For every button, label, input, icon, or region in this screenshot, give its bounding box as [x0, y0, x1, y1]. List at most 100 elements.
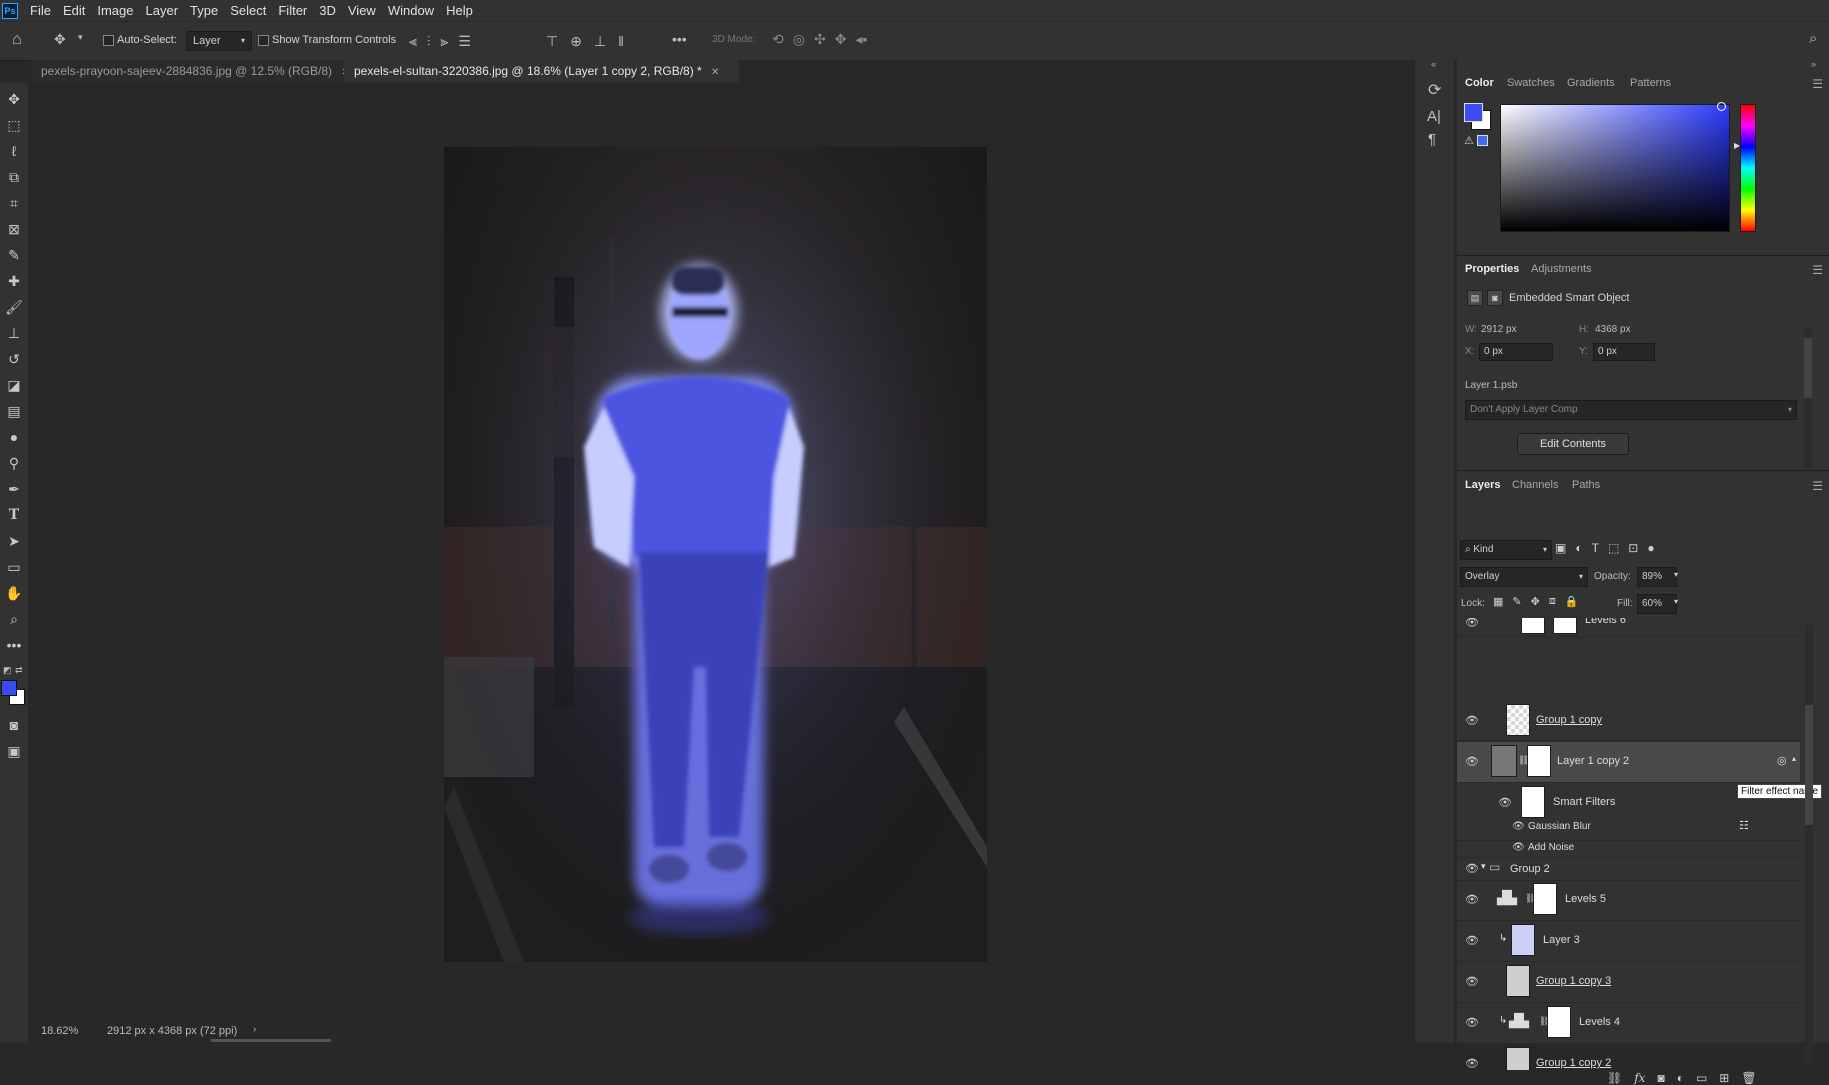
brush-icon[interactable]: 🖌	[4, 297, 24, 317]
chevron-down-icon[interactable]: ▾	[1674, 597, 1678, 606]
document-canvas[interactable]	[444, 147, 987, 962]
lock-transparency-icon[interactable]: ▦	[1493, 595, 1503, 608]
visibility-eye-icon[interactable]: 👁	[1465, 934, 1479, 947]
layer-row-group1copy[interactable]: 👁 Group 1 copy	[1457, 701, 1800, 742]
layer-row-levels4[interactable]: 👁 ↳ ▟▙ ⛓ Levels 4	[1457, 1003, 1800, 1044]
align-right-icon[interactable]: ⫸	[440, 33, 448, 49]
menu-help[interactable]: Help	[440, 3, 479, 18]
stamp-icon[interactable]: ⊥	[4, 323, 24, 343]
document-info[interactable]: 2912 px x 4368 px (72 ppi)	[107, 1025, 237, 1037]
frame-icon[interactable]: ⊠	[4, 219, 24, 239]
auto-select-dropdown[interactable]: Layer ▾	[186, 31, 252, 51]
screen-mode-icon[interactable]: ▣	[4, 741, 24, 761]
foreground-color-swatch[interactable]	[1, 680, 17, 696]
layer-name[interactable]: Group 1 copy 2	[1536, 1057, 1611, 1069]
tool-preset-chevron-icon[interactable]: ▾	[78, 32, 83, 43]
color-picker-handle[interactable]	[1717, 102, 1726, 111]
healing-icon[interactable]: ✚	[4, 271, 24, 291]
y-field[interactable]: 0 px	[1593, 343, 1655, 361]
layer-row[interactable]: 👁 Levels 6	[1457, 618, 1800, 637]
panel-menu-icon[interactable]: ☰	[1812, 77, 1823, 91]
menu-3d[interactable]: 3D	[313, 3, 342, 18]
eyedropper-icon[interactable]: ✎	[4, 245, 24, 265]
visibility-eye-icon[interactable]: 👁	[1465, 893, 1479, 906]
eraser-icon[interactable]: ◪	[4, 375, 24, 395]
home-icon[interactable]: ⌂	[12, 31, 22, 49]
adjustment-layer-icon[interactable]: ◐	[1677, 1071, 1684, 1085]
type-filter-icon[interactable]: T	[1592, 541, 1599, 555]
shape-filter-icon[interactable]: ⬚	[1608, 541, 1619, 555]
new-layer-icon[interactable]: ⊞	[1719, 1071, 1729, 1085]
close-tab-icon[interactable]: ✕	[711, 67, 719, 78]
x-field[interactable]: 0 px	[1479, 343, 1553, 361]
visibility-eye-icon[interactable]: 👁	[1465, 618, 1479, 629]
layer-name[interactable]: Levels 6	[1585, 618, 1626, 626]
layer-name[interactable]: Group 1 copy	[1536, 714, 1602, 726]
properties-scrollbar[interactable]	[1804, 328, 1812, 468]
horizontal-scrollbar[interactable]	[211, 1039, 331, 1042]
layer-name[interactable]: Levels 5	[1565, 893, 1606, 905]
tab-channels[interactable]: Channels	[1512, 472, 1558, 498]
visibility-eye-icon[interactable]: 👁	[1465, 975, 1479, 988]
rectangle-icon[interactable]: ▭	[4, 557, 24, 577]
quick-mask-icon[interactable]: ◙	[4, 715, 24, 735]
panel-menu-icon[interactable]: ☰	[1812, 479, 1823, 493]
zoom-level[interactable]: 18.62%	[41, 1025, 78, 1037]
layer-row-group1copy3[interactable]: 👁 Group 1 copy 3	[1457, 962, 1800, 1003]
move-tool-icon[interactable]: ✥	[54, 31, 66, 48]
menu-type[interactable]: Type	[184, 3, 224, 18]
menu-image[interactable]: Image	[91, 3, 139, 18]
menu-file[interactable]: File	[24, 3, 57, 18]
collapse-dock-icon[interactable]: »	[1811, 59, 1816, 69]
menu-layer[interactable]: Layer	[140, 3, 185, 18]
move-icon[interactable]: ✥	[4, 89, 24, 109]
visibility-eye-icon[interactable]: 👁	[1465, 1057, 1479, 1070]
dodge-icon[interactable]: ⚲	[4, 453, 24, 473]
align-left-icon[interactable]: ⫷	[409, 33, 417, 49]
lasso-icon[interactable]: ℓ	[4, 141, 24, 161]
align-middle-icon[interactable]: ⊕	[570, 33, 582, 49]
gradient-icon[interactable]: ▤	[4, 401, 24, 421]
3d-orbit-icon[interactable]: ⟲	[772, 31, 784, 48]
paragraph-panel-icon[interactable]: ¶	[1428, 131, 1436, 148]
foreground-swatch[interactable]	[1464, 103, 1483, 122]
align-center-icon[interactable]: ⫶	[427, 33, 431, 49]
layer-name[interactable]: Layer 3	[1543, 934, 1580, 946]
auto-select-checkbox[interactable]	[103, 35, 114, 46]
tab-color[interactable]: Color	[1465, 70, 1494, 96]
crop-icon[interactable]: ⌗	[4, 193, 24, 213]
3d-scale-icon[interactable]: ◂▪	[855, 31, 867, 48]
lock-pixels-icon[interactable]: ✎	[1512, 595, 1521, 608]
opacity-field[interactable]: 89%	[1637, 567, 1677, 587]
default-colors-icon[interactable]: ◩	[3, 665, 12, 676]
3d-pan-icon[interactable]: ✣	[814, 31, 826, 48]
visibility-eye-icon[interactable]: 👁	[1512, 821, 1526, 833]
search-icon[interactable]: ⌕	[1809, 30, 1817, 47]
visibility-eye-icon[interactable]: 👁	[1465, 1016, 1479, 1029]
distribute-vertical-icon[interactable]: ‖	[618, 33, 624, 49]
blur-icon[interactable]: ●	[4, 427, 24, 447]
tab-paths[interactable]: Paths	[1572, 472, 1600, 498]
hue-slider[interactable]	[1740, 104, 1756, 232]
tab-properties[interactable]: Properties	[1465, 256, 1519, 282]
more-options-icon[interactable]: •••	[672, 31, 687, 47]
mask-icon[interactable]: ◙	[1487, 290, 1503, 306]
visibility-eye-icon[interactable]: 👁	[1465, 755, 1479, 768]
layer-row-layer3[interactable]: 👁 ↳ Layer 3	[1457, 921, 1800, 962]
layer-filter-dropdown[interactable]: ⌕ Kind ▾	[1460, 540, 1552, 560]
align-top-icon[interactable]: ⊤	[546, 33, 558, 49]
layer-row-group1copy2[interactable]: 👁 Group 1 copy 2	[1457, 1044, 1800, 1070]
zoom-icon[interactable]: ⌕	[4, 609, 24, 629]
new-group-icon[interactable]: ▭	[1696, 1071, 1707, 1085]
fx-icon[interactable]: fx	[1634, 1071, 1645, 1085]
layer-comp-dropdown[interactable]: Don't Apply Layer Comp ▾	[1465, 400, 1797, 420]
smart-object-icon[interactable]: ▤	[1467, 290, 1483, 306]
swap-colors-icon[interactable]: ⇄	[15, 665, 23, 676]
3d-slide-icon[interactable]: ✥	[835, 31, 847, 48]
tab-gradients[interactable]: Gradients	[1567, 70, 1615, 96]
document-tab[interactable]: pexels-prayoon-sajeev-2884836.jpg @ 12.5…	[31, 60, 362, 83]
layer-name[interactable]: Levels 4	[1579, 1016, 1620, 1028]
collapse-panels-icon[interactable]: «	[1431, 59, 1436, 69]
menu-edit[interactable]: Edit	[57, 3, 91, 18]
object-select-icon[interactable]: ⧉	[4, 167, 24, 187]
